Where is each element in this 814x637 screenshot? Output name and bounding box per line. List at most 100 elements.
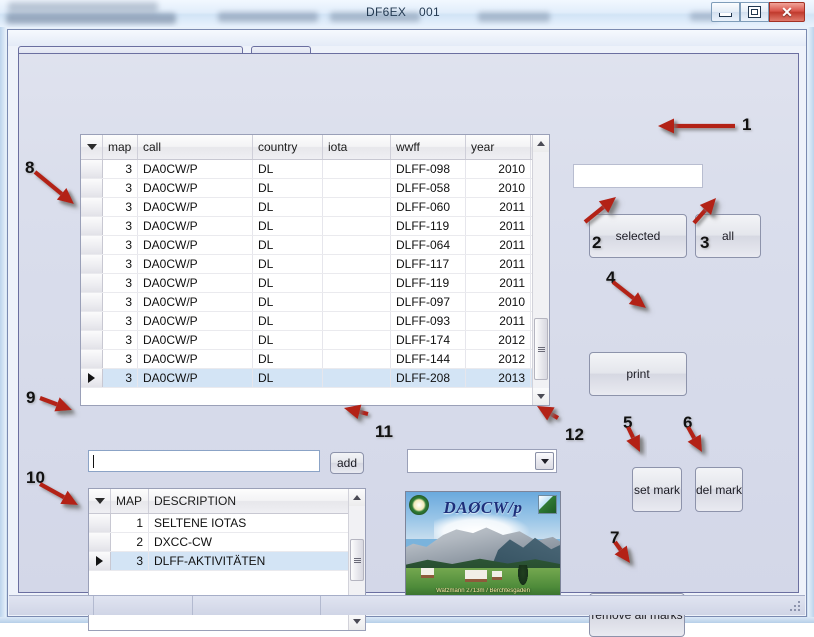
row-header-cell[interactable]	[81, 331, 103, 349]
list-item[interactable]: 1 SELTENE IOTAS	[89, 514, 365, 533]
row-header-cell[interactable]	[89, 514, 111, 532]
cell-map[interactable]: 3	[111, 552, 149, 570]
cell-wwff[interactable]: DLFF-064	[391, 236, 466, 254]
column-header-country[interactable]: country	[253, 135, 323, 159]
cell-description[interactable]: SELTENE IOTAS	[149, 514, 349, 532]
cell-wwff[interactable]: DLFF-098	[391, 160, 466, 178]
cell-call[interactable]: DA0CW/P	[138, 293, 253, 311]
row-header-cell[interactable]	[81, 293, 103, 311]
cell-map[interactable]: 3	[103, 312, 138, 330]
close-button[interactable]: ✕	[769, 2, 805, 22]
row-header-cell[interactable]	[81, 274, 103, 292]
cell-call[interactable]: DA0CW/P	[138, 217, 253, 235]
row-header-cell[interactable]	[81, 198, 103, 216]
cell-country[interactable]: DL	[253, 198, 323, 216]
cell-call[interactable]: DA0CW/P	[138, 331, 253, 349]
cell-wwff[interactable]: DLFF-097	[391, 293, 466, 311]
maximize-button[interactable]	[740, 2, 769, 22]
scroll-down-button[interactable]	[533, 388, 549, 405]
table-row[interactable]: 3 DA0CW/P DL DLFF-119 2011	[81, 274, 549, 293]
cell-map[interactable]: 3	[103, 255, 138, 273]
cell-call[interactable]: DA0CW/P	[138, 179, 253, 197]
column-header-call[interactable]: call	[138, 135, 253, 159]
desc-scrollbar-thumb[interactable]	[350, 539, 364, 581]
cell-iota[interactable]	[323, 160, 391, 178]
title-bar[interactable]: DF6EX 001 ✕	[0, 0, 814, 27]
column-header-iota[interactable]: iota	[323, 135, 391, 159]
list-item[interactable]: 2 DXCC-CW	[89, 533, 365, 552]
desc-scroll-up-button[interactable]	[349, 489, 365, 506]
cell-map[interactable]: 3	[103, 331, 138, 349]
grid-vertical-scrollbar[interactable]	[532, 135, 549, 405]
print-button[interactable]: print	[589, 352, 687, 396]
resize-grip[interactable]	[789, 600, 802, 613]
cell-country[interactable]: DL	[253, 350, 323, 368]
minimize-button[interactable]	[711, 2, 740, 22]
desc-grid-select-all-header[interactable]	[89, 489, 111, 513]
column-header-wwff[interactable]: wwff	[391, 135, 466, 159]
cell-iota[interactable]	[323, 331, 391, 349]
cell-year[interactable]: 2010	[466, 160, 531, 178]
cell-map[interactable]: 3	[103, 369, 138, 387]
scroll-up-button[interactable]	[533, 135, 549, 152]
cell-year[interactable]: 2011	[466, 274, 531, 292]
qso-data-grid[interactable]: map call country iota wwff year 3 DA0CW/P…	[80, 134, 550, 406]
table-row[interactable]: 3 DA0CW/P DL DLFF-174 2012	[81, 331, 549, 350]
del-mark-button[interactable]: del mark	[695, 467, 743, 512]
table-row[interactable]: 3 DA0CW/P DL DLFF-144 2012	[81, 350, 549, 369]
cell-iota[interactable]	[323, 293, 391, 311]
column-header-description[interactable]: DESCRIPTION	[149, 489, 349, 513]
cell-call[interactable]: DA0CW/P	[138, 198, 253, 216]
cell-country[interactable]: DL	[253, 236, 323, 254]
row-header-cell[interactable]	[81, 369, 103, 387]
cell-country[interactable]: DL	[253, 331, 323, 349]
table-row[interactable]: 3 DA0CW/P DL DLFF-058 2010	[81, 179, 549, 198]
column-header-map-id[interactable]: MAP	[111, 489, 149, 513]
cell-wwff[interactable]: DLFF-119	[391, 217, 466, 235]
table-row[interactable]: 3 DA0CW/P DL DLFF-119 2011	[81, 217, 549, 236]
grid-select-all-header[interactable]	[81, 135, 103, 159]
cell-year[interactable]: 2011	[466, 312, 531, 330]
column-header-map[interactable]: map	[103, 135, 138, 159]
cell-year[interactable]: 2010	[466, 293, 531, 311]
cell-map[interactable]: 3	[103, 160, 138, 178]
cell-country[interactable]: DL	[253, 293, 323, 311]
row-header-cell[interactable]	[81, 350, 103, 368]
cell-country[interactable]: DL	[253, 369, 323, 387]
cell-map[interactable]: 1	[111, 514, 149, 532]
set-mark-button[interactable]: set mark	[632, 467, 682, 512]
row-header-cell[interactable]	[81, 236, 103, 254]
table-row[interactable]: 3 DA0CW/P DL DLFF-097 2010	[81, 293, 549, 312]
cell-map[interactable]: 3	[103, 236, 138, 254]
cell-iota[interactable]	[323, 236, 391, 254]
cell-iota[interactable]	[323, 255, 391, 273]
cell-iota[interactable]	[323, 312, 391, 330]
cell-wwff[interactable]: DLFF-117	[391, 255, 466, 273]
cell-iota[interactable]	[323, 217, 391, 235]
cell-wwff[interactable]: DLFF-174	[391, 331, 466, 349]
cell-iota[interactable]	[323, 179, 391, 197]
cell-call[interactable]: DA0CW/P	[138, 255, 253, 273]
cell-year[interactable]: 2011	[466, 236, 531, 254]
cell-iota[interactable]	[323, 369, 391, 387]
column-header-year[interactable]: year	[466, 135, 531, 159]
cell-map[interactable]: 3	[103, 350, 138, 368]
cell-map[interactable]: 3	[103, 217, 138, 235]
cell-call[interactable]: DA0CW/P	[138, 274, 253, 292]
cell-description[interactable]: DLFF-AKTIVITÄTEN	[149, 552, 349, 570]
list-item[interactable]: 3 DLFF-AKTIVITÄTEN	[89, 552, 365, 571]
cell-call[interactable]: DA0CW/P	[138, 236, 253, 254]
cell-call[interactable]: DA0CW/P	[138, 160, 253, 178]
cell-wwff[interactable]: DLFF-144	[391, 350, 466, 368]
row-header-cell[interactable]	[89, 552, 111, 570]
description-input[interactable]	[88, 450, 320, 472]
cell-country[interactable]: DL	[253, 160, 323, 178]
cell-iota[interactable]	[323, 274, 391, 292]
table-row[interactable]: 3 DA0CW/P DL DLFF-117 2011	[81, 255, 549, 274]
cell-map[interactable]: 3	[103, 293, 138, 311]
row-header-cell[interactable]	[81, 217, 103, 235]
add-button[interactable]: add	[330, 452, 364, 474]
qsl-card-image[interactable]: DAØCW/p Watzmann 2713m / Berchtesgaden	[405, 491, 561, 596]
selected-button[interactable]: selected	[589, 214, 687, 258]
cell-wwff[interactable]: DLFF-093	[391, 312, 466, 330]
